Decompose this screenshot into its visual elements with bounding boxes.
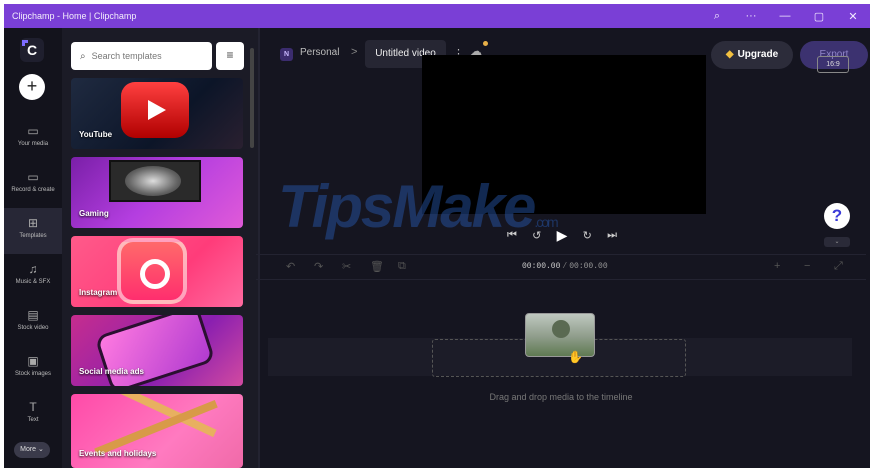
panel-scrollbar[interactable] [250,48,254,148]
duplicate-icon[interactable]: ⧉ [398,260,406,273]
template-card-social-media-ads[interactable]: Social media ads [71,315,243,386]
left-rail: C + ▭ Your media ▭ Record & create ⊞ Tem… [4,28,62,468]
filter-icon: ≡ [226,48,234,62]
folder-icon: ▭ [27,124,39,138]
text-icon: T [29,400,37,414]
rewind-icon[interactable]: ↺ [532,229,541,242]
filter-button[interactable]: ≡ [216,42,244,70]
minimize-button[interactable]: — [768,10,802,22]
music-icon: ♫ [28,262,38,276]
upgrade-button[interactable]: ◆ Upgrade [711,41,793,69]
rail-item-music-sfx[interactable]: ♫ Music & SFX [4,254,62,300]
zoom-out-icon[interactable]: − [804,260,810,272]
template-card-gaming[interactable]: Gaming [71,157,243,228]
panel-divider[interactable] [258,28,260,468]
search-box[interactable]: ⌕ [71,42,212,70]
rail-item-stock-video[interactable]: ▤ Stock video [4,300,62,346]
more-button[interactable]: More ⌄ [14,442,50,458]
diamond-icon: ◆ [725,49,734,60]
rail-item-templates[interactable]: ⊞ Templates [4,208,62,254]
timeline-toolbar: ↶ ↷ ✂ 🗑 ⧉ 00:00.00/00:00.00 + − ⤢ [256,254,866,280]
dragged-media-clip[interactable] [525,313,595,357]
camera-icon: ▭ [27,170,39,184]
title-bar: Clipchamp - Home | Clipchamp ⌕ ··· — ▢ ✕ [4,4,870,28]
template-card-instagram[interactable]: Instagram [71,236,243,307]
template-card-youtube[interactable]: YouTube [71,78,243,149]
youtube-logo-icon [121,82,189,138]
skip-back-icon[interactable]: ⏮ [507,229,517,242]
template-card-events-holidays[interactable]: Events and holidays [71,394,243,468]
add-button[interactable]: + [19,74,45,100]
film-icon: ▤ [27,308,39,322]
monitor-image [109,160,201,202]
aspect-ratio-button[interactable]: 16:9 [817,56,849,73]
more-icon[interactable]: ··· [734,10,768,22]
rail-item-record-create[interactable]: ▭ Record & create [4,162,62,208]
grid-icon: ⊞ [27,216,39,230]
search-icon[interactable]: ⌕ [700,10,734,23]
split-icon[interactable]: ✂ [342,260,351,273]
instagram-logo-icon [117,238,187,304]
chevron-down-icon[interactable]: ⌄ [824,237,850,247]
skip-forward-icon[interactable]: ⏭ [607,229,617,242]
help-button[interactable]: ? [824,203,850,229]
breadcrumb-separator: > [351,46,358,58]
fit-timeline-icon[interactable]: ⤢ [834,260,843,273]
rail-item-your-media[interactable]: ▭ Your media [4,116,62,162]
workspace-badge: N [280,48,293,61]
close-button[interactable]: ✕ [836,10,870,23]
rail-item-stock-images[interactable]: ▣ Stock images [4,346,62,392]
templates-panel: ⌕ ≡ YouTube Gaming Instagram Social medi… [62,28,258,468]
workspace-name[interactable]: Personal [300,47,339,58]
timecode: 00:00.00/00:00.00 [522,262,608,271]
timeline-hint: Drag and drop media to the timeline [489,392,633,402]
maximize-button[interactable]: ▢ [802,10,836,23]
search-icon: ⌕ [80,50,86,62]
image-icon: ▣ [27,354,39,368]
undo-icon[interactable]: ↶ [286,260,295,273]
window-title: Clipchamp - Home | Clipchamp [12,11,137,21]
clipchamp-logo[interactable]: C [20,38,44,62]
forward-icon[interactable]: ↻ [583,229,592,242]
play-button[interactable]: ▶ [557,227,568,244]
rail-item-text[interactable]: T Text [4,392,62,438]
zoom-in-icon[interactable]: + [774,260,780,272]
search-input[interactable] [91,51,197,61]
tree-image [552,320,570,338]
redo-icon[interactable]: ↷ [314,260,323,273]
playback-controls: ⏮ ↺ ▶ ↻ ⏭ [507,224,617,246]
hand-cursor-icon: ✋ [568,350,583,364]
delete-icon[interactable]: 🗑 [370,260,384,273]
